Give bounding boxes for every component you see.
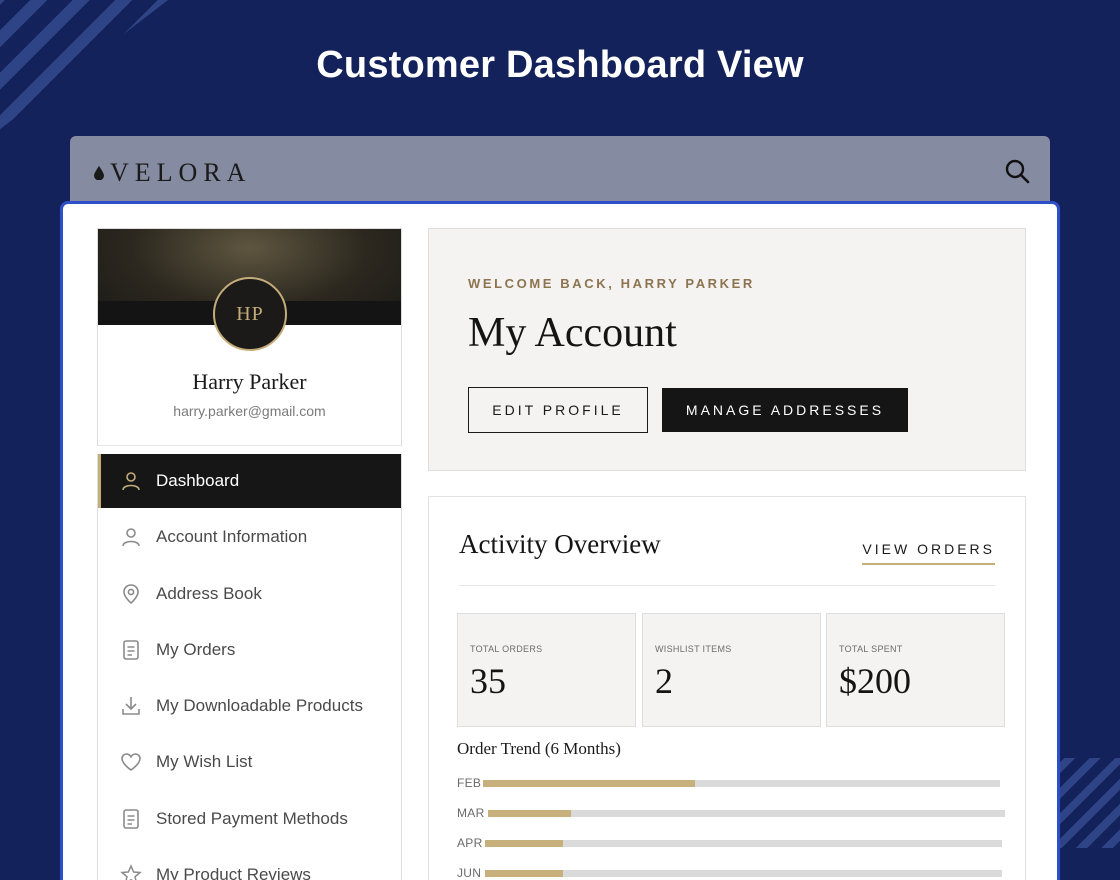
- sidebar-item-account-information[interactable]: Account Information: [98, 510, 401, 564]
- star-icon: [120, 864, 142, 880]
- profile-name: Harry Parker: [192, 369, 307, 394]
- sidebar-item-label: My Product Reviews: [156, 865, 311, 880]
- document-icon: [123, 808, 139, 829]
- stat-label: TOTAL ORDERS: [470, 644, 543, 654]
- search-icon[interactable]: [1004, 158, 1030, 184]
- stat-label: WISHLIST ITEMS: [655, 644, 732, 654]
- trend-row: APR: [457, 835, 1002, 851]
- activity-title: Activity Overview: [459, 529, 661, 559]
- trend-month-label: JUN: [457, 866, 482, 880]
- brand-logo[interactable]: VELORA: [94, 158, 251, 188]
- top-navigation-bar: VELORA: [70, 136, 1050, 206]
- view-orders-link[interactable]: VIEW ORDERS: [862, 541, 995, 565]
- order-trend-title: Order Trend (6 Months): [457, 739, 621, 758]
- download-icon: [122, 697, 140, 715]
- welcome-card: WELCOME BACK, HARRY PARKER My Account ED…: [428, 228, 1026, 471]
- sidebar-item-my-wish-list[interactable]: My Wish List: [98, 735, 401, 789]
- sidebar-item-my-orders[interactable]: My Orders: [98, 623, 401, 677]
- trend-track: [485, 839, 1002, 847]
- profile-card: HP Harry Parker harry.parker@gmail.com: [97, 228, 402, 446]
- stat-label: TOTAL SPENT: [839, 644, 903, 654]
- trend-month-label: MAR: [457, 806, 485, 820]
- location-pin-icon: [123, 583, 139, 604]
- sidebar-item-label: Stored Payment Methods: [156, 808, 348, 828]
- heart-icon: [121, 753, 141, 772]
- activity-overview-card: Activity Overview VIEW ORDERS TOTAL ORDE…: [428, 496, 1026, 880]
- stat-total-orders: TOTAL ORDERS 35: [457, 613, 636, 727]
- dashboard-panel: HP Harry Parker harry.parker@gmail.com D…: [60, 201, 1060, 880]
- trend-bar: [485, 839, 563, 847]
- user-icon: [122, 472, 140, 491]
- stat-value: $200: [839, 661, 911, 701]
- stat-total-spent: TOTAL SPENT $200: [826, 613, 1005, 727]
- brand-name: VELORA: [110, 158, 252, 187]
- manage-addresses-button[interactable]: MANAGE ADDRESSES: [662, 388, 908, 432]
- trend-row: MAR: [457, 805, 1005, 821]
- sidebar-item-my-downloadable-products[interactable]: My Downloadable Products: [98, 679, 401, 733]
- trend-row: JUN: [457, 865, 1002, 880]
- sidebar-item-label: My Orders: [156, 639, 236, 659]
- page-title: Customer Dashboard View: [316, 44, 804, 86]
- trend-track: [488, 809, 1005, 817]
- divider: [459, 585, 995, 586]
- trend-bar: [483, 779, 695, 787]
- trend-month-label: FEB: [457, 776, 482, 790]
- stat-value: 2: [655, 661, 673, 701]
- sidebar-item-stored-payment-methods[interactable]: Stored Payment Methods: [98, 792, 401, 846]
- trend-bar: [485, 869, 563, 877]
- stat-wishlist-items: WISHLIST ITEMS 2: [642, 613, 821, 727]
- trend-bar: [488, 809, 571, 817]
- trend-month-label: APR: [457, 836, 483, 850]
- sidebar-item-label: Address Book: [156, 583, 262, 603]
- avatar: HP: [213, 277, 287, 351]
- sidebar-nav: Dashboard Account Information Address Bo…: [97, 454, 402, 880]
- trend-track: [483, 779, 1000, 787]
- stat-value: 35: [470, 661, 506, 701]
- welcome-greeting: WELCOME BACK, HARRY PARKER: [468, 276, 755, 291]
- sidebar-item-address-book[interactable]: Address Book: [98, 567, 401, 621]
- profile-email: harry.parker@gmail.com: [173, 403, 326, 419]
- sidebar-item-label: Dashboard: [156, 471, 240, 490]
- decorative-stripes-bottom-right: [1050, 758, 1120, 848]
- drop-icon: [94, 166, 104, 180]
- edit-profile-button[interactable]: EDIT PROFILE: [468, 387, 648, 433]
- trend-track: [485, 869, 1002, 877]
- sidebar-item-label: Account Information: [156, 527, 308, 547]
- trend-row: FEB: [457, 775, 1000, 791]
- sidebar-item-label: My Wish List: [156, 752, 253, 772]
- document-icon: [123, 640, 139, 660]
- sidebar-item-dashboard[interactable]: Dashboard: [98, 454, 401, 508]
- user-icon: [122, 528, 140, 547]
- sidebar-item-label: My Downloadable Products: [156, 696, 363, 716]
- sidebar-item-my-product-reviews[interactable]: My Product Reviews: [98, 848, 401, 880]
- account-title: My Account: [468, 310, 677, 356]
